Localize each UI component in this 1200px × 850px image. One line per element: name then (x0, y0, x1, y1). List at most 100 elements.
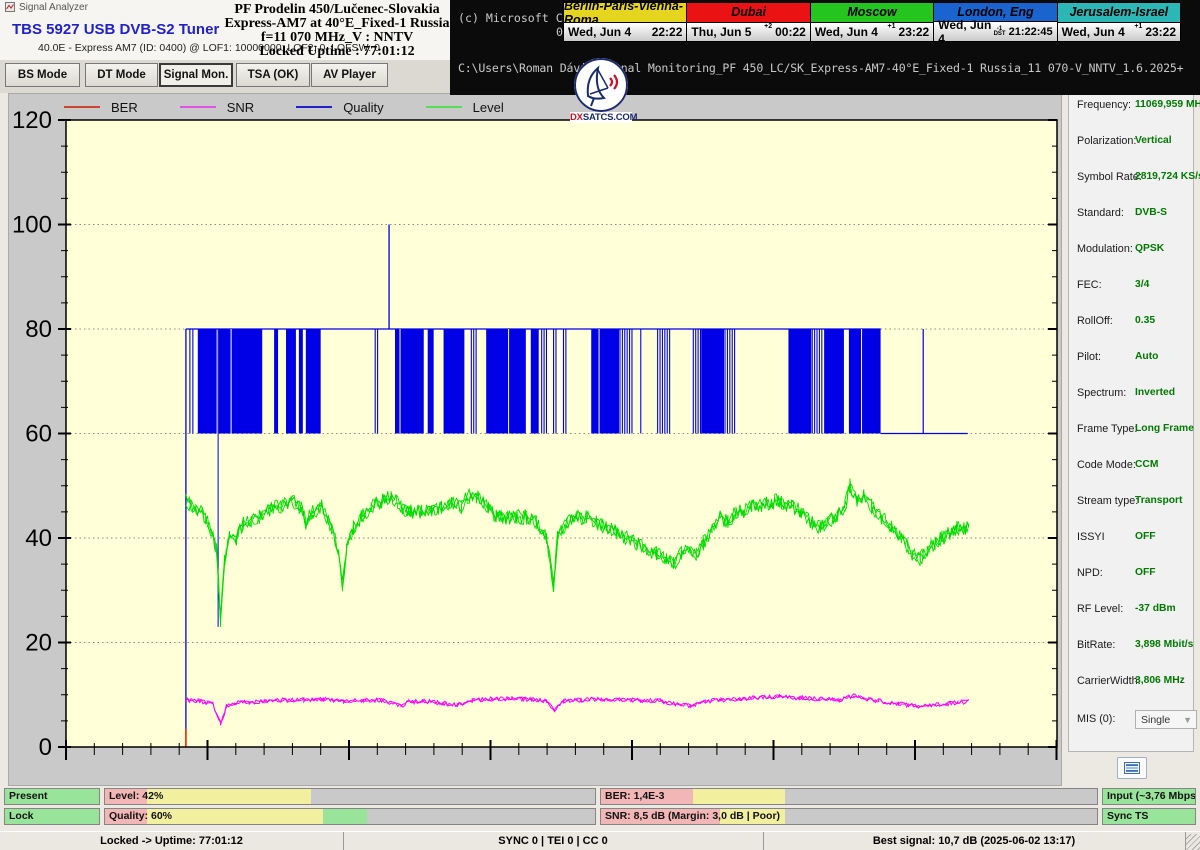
bar-label: Present (9, 790, 48, 802)
status-cell: SYNC 0 | TEI 0 | CC 0 (343, 832, 764, 850)
param-label: CarrierWidth: (1077, 675, 1141, 687)
satellite-dish-icon (574, 58, 628, 112)
legend-label-level: Level (473, 100, 504, 115)
clock-berlin-paris-vienna-roma: Berlin-Paris-Vienna-RomaWed, Jun 422:22 (564, 3, 687, 41)
param-label: Polarization: (1077, 135, 1136, 147)
clock-time: 22:22 (652, 25, 683, 39)
param-value: 3,806 MHz (1135, 675, 1185, 686)
param-row: Symbol Rate:2819,724 KS/s (1077, 171, 1193, 187)
tab-bs-mode[interactable]: BS Mode (5, 63, 80, 87)
clock-city: Berlin-Paris-Vienna-Roma (564, 3, 686, 23)
clock-offset: +2 (764, 23, 772, 30)
svg-text:40: 40 (25, 525, 52, 552)
tab-dt-mode[interactable]: DT Mode (85, 63, 158, 87)
clock-city: Dubai (687, 3, 809, 23)
param-row: Polarization:Vertical (1077, 135, 1193, 151)
bar-segment (693, 789, 785, 804)
svg-text:60: 60 (25, 421, 52, 448)
clock-dubai: DubaiThu, Jun 5+200:22 (687, 3, 810, 41)
param-row: Spectrum:Inverted (1077, 387, 1193, 403)
param-value: Inverted (1135, 387, 1175, 398)
param-label: Code Mode: (1077, 459, 1136, 471)
clock-date: Thu, Jun 5 (691, 25, 764, 39)
param-value: Long Frame (1135, 423, 1194, 434)
chevron-down-icon: ▼ (1183, 715, 1192, 725)
legend-label-snr: SNR (227, 100, 254, 115)
param-value: OFF (1135, 531, 1156, 542)
clock-time: 21:22:45 (1009, 26, 1053, 38)
param-label: Symbol Rate: (1077, 171, 1142, 183)
clock-city: Jerusalem-Israel (1058, 3, 1180, 23)
bar-segment (785, 789, 1097, 804)
param-value: 11069,959 MHz (1135, 99, 1200, 110)
annotation-overlay: PF Prodelin 450/Lučenec-Slovakia Express… (222, 3, 452, 59)
legend-swatch-snr (180, 106, 216, 108)
param-value: 3/4 (1135, 279, 1149, 290)
bar-segment (147, 789, 311, 804)
param-row-mis: MIS (0):Single▼ (1077, 713, 1193, 729)
status-cell: Best signal: 10,7 dB (2025-06-02 13:17) (763, 832, 1186, 850)
bar-quality: Quality: 60% (104, 808, 596, 825)
param-row: CarrierWidth:3,806 MHz (1077, 675, 1193, 691)
param-value: DVB-S (1135, 207, 1167, 218)
svg-text:100: 100 (12, 212, 52, 239)
param-row: Stream type:Transport (1077, 495, 1193, 511)
param-label: ISSYI (1077, 531, 1105, 543)
svg-text:0: 0 (39, 734, 52, 761)
tab-signal-mon-[interactable]: Signal Mon. (159, 63, 233, 87)
legend-swatch-ber (64, 106, 100, 108)
param-row: Standard:DVB-S (1077, 207, 1193, 223)
tab-tsa-ok-[interactable]: TSA (OK) (236, 63, 310, 87)
tab-av-player[interactable]: AV Player (311, 63, 388, 87)
svg-text:80: 80 (25, 316, 52, 343)
clock-city: Moscow (811, 3, 933, 23)
param-label: MIS (0): (1077, 713, 1115, 725)
clock-time: 23:22 (899, 25, 930, 39)
bar-label: Input (~3,76 Mbps) (1107, 790, 1196, 802)
bar-segment (785, 809, 1097, 824)
clock-offset: -1DST (994, 27, 1006, 37)
param-value: CCM (1135, 459, 1158, 470)
param-value: QPSK (1135, 243, 1164, 254)
svg-text:20: 20 (25, 630, 52, 657)
parameters-sidebar: Frequency:11069,959 MHzPolarization:Vert… (1068, 90, 1194, 752)
clock-london-eng: London, EngWed, Jun 4-1DST21:22:45 (934, 3, 1057, 41)
clock-moscow: MoscowWed, Jun 4+123:22 (811, 3, 934, 41)
param-label: Modulation: (1077, 243, 1133, 255)
clock-time-row: Thu, Jun 5+200:22 (687, 23, 809, 42)
param-row: RollOff:0.35 (1077, 315, 1193, 331)
status-cell: Locked -> Uptime: 77:01:12 (0, 832, 344, 850)
bar-input-3-76-mbps-: Input (~3,76 Mbps) (1102, 788, 1196, 805)
window-title: Signal Analyzer (19, 2, 88, 13)
annotation-line: PF Prodelin 450/Lučenec-Slovakia (222, 3, 452, 17)
world-clocks-panel: Berlin-Paris-Vienna-RomaWed, Jun 422:22D… (563, 2, 1181, 42)
bar-label: BER: 1,4E-3 (605, 790, 665, 802)
chart-panel: 020406080100120 BERSNRQualityLevel (8, 93, 1062, 786)
param-row: Frame Type:Long Frame (1077, 423, 1193, 439)
clock-jerusalem-israel: Jerusalem-IsraelWed, Jun 4+123:22 (1058, 3, 1180, 41)
param-label: RF Level: (1077, 603, 1123, 615)
bar-snr: SNR: 8,5 dB (Margin: 3,0 dB | Poor) (600, 808, 1098, 825)
app-icon (5, 2, 15, 12)
bar-sync-ts: Sync TS (1102, 808, 1196, 825)
bar-label: SNR: 8,5 dB (Margin: 3,0 dB | Poor) (605, 810, 780, 822)
annotation-line: Locked Uptime : 77:01:12 (222, 45, 452, 59)
tuner-title: TBS 5927 USB DVB-S2 Tuner (12, 21, 219, 38)
param-value: Vertical (1135, 135, 1172, 146)
annotation-line: f=11 070 MHz_V : NNTV (222, 31, 452, 45)
param-row: BitRate:3,898 Mbit/s (1077, 639, 1193, 655)
clock-date: Wed, Jun 4 (815, 25, 888, 39)
legend-label-ber: BER (111, 100, 138, 115)
param-label: Pilot: (1077, 351, 1101, 363)
param-label: Frame Type: (1077, 423, 1137, 435)
param-row: Code Mode:CCM (1077, 459, 1193, 475)
bar-segment (147, 809, 323, 824)
bar-label: Lock (9, 810, 34, 822)
param-value: Auto (1135, 351, 1158, 362)
param-value: 0.35 (1135, 315, 1155, 326)
mis-select[interactable]: Single▼ (1135, 710, 1197, 729)
param-row: NPD:OFF (1077, 567, 1193, 583)
param-row: RF Level:-37 dBm (1077, 603, 1193, 619)
resize-grip[interactable] (1186, 834, 1200, 850)
stream-list-button[interactable] (1117, 757, 1147, 779)
